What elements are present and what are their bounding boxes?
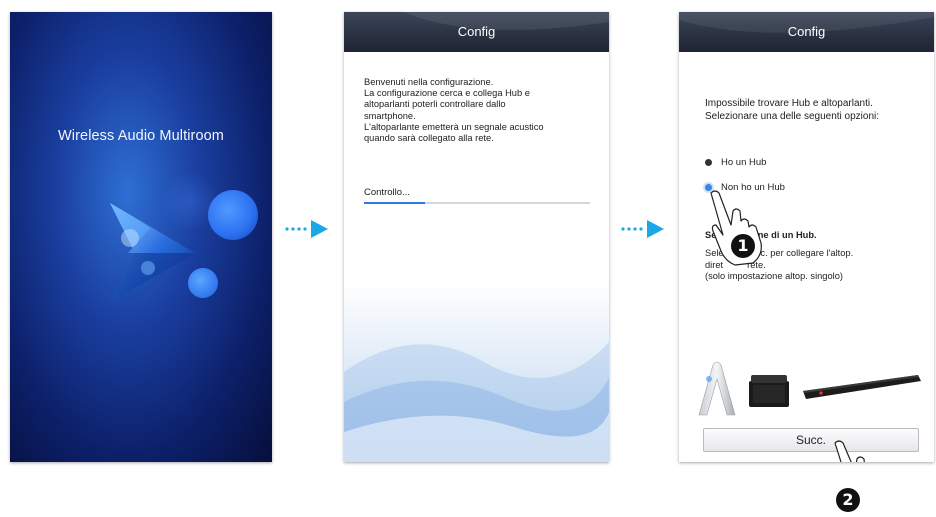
config-options-screen: Config Impossibile trovare Hub e altopar…: [679, 12, 934, 462]
header-title: Config: [787, 24, 826, 39]
step-one-badge: 1: [731, 234, 755, 258]
message-line: Selezionare una delle seguenti opzioni:: [705, 110, 880, 122]
glow-orb: [208, 190, 258, 240]
welcome-line: altoparlanti poterli controllare dallo: [364, 99, 506, 110]
progress-fill: [364, 202, 426, 204]
header-bar: Config: [679, 12, 934, 52]
splash-screen: Wireless Audio Multiroom: [10, 12, 272, 462]
description-line: (solo impostazione altop. singolo): [705, 271, 843, 281]
welcome-line: smartphone.: [364, 110, 416, 121]
welcome-line: La configurazione cerca e collega Hub e: [364, 88, 530, 99]
background-waves: [344, 282, 609, 462]
not-found-message: Impossibile trovare Hub e altoparlanti. …: [705, 98, 879, 123]
welcome-line: Benvenuti nella configurazione.: [364, 77, 494, 87]
app-title: Wireless Audio Multiroom: [58, 128, 224, 144]
radio-dot-icon[interactable]: [705, 159, 712, 166]
progress-bar: [364, 202, 590, 204]
config-welcome-screen: Config Benvenuti nella configurazione. L…: [344, 12, 609, 462]
soundbar-icon: [803, 375, 921, 399]
welcome-line: L'altoparlante emetterà un segnale acust…: [364, 121, 544, 132]
speaker-devices-illustration: [698, 361, 921, 416]
status-text: Controllo...: [364, 187, 410, 198]
option-label: Ho un Hub: [721, 157, 767, 168]
speaker-box-icon: [749, 375, 789, 407]
hub-device-icon: [698, 361, 736, 416]
header-title: Config: [457, 24, 496, 39]
welcome-line: quando sarà collegato alla rete.: [364, 133, 494, 144]
tap-hand-icon: [834, 440, 865, 462]
step-two-badge: 2: [836, 488, 860, 512]
header-bar: Config: [344, 12, 609, 52]
app-logo-icon: [110, 203, 195, 303]
option-have-hub[interactable]: Ho un Hub: [705, 157, 766, 168]
next-step-arrow-icon: [285, 220, 328, 238]
welcome-text: Benvenuti nella configurazione. La confi…: [364, 77, 596, 144]
message-line: Impossibile trovare Hub e altoparlanti.: [705, 98, 873, 109]
next-step-arrow-icon: [621, 220, 664, 238]
